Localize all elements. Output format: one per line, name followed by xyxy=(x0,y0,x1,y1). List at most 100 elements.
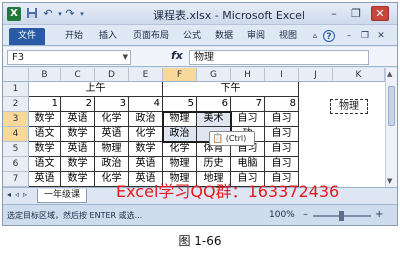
table-cell[interactable]: 化学 xyxy=(129,127,163,142)
scroll-down-icon[interactable]: ▼ xyxy=(387,177,392,185)
row-header-6[interactable]: 6 xyxy=(3,157,29,172)
table-cell[interactable]: 物理 xyxy=(163,157,197,172)
table-cell[interactable]: 自习 xyxy=(265,112,299,127)
paste-options-button[interactable]: 📋 (Ctrl) xyxy=(209,131,255,146)
table-cell[interactable]: 历史 xyxy=(197,157,231,172)
copied-cell-marquee: 物理 xyxy=(330,99,368,114)
row-header-2[interactable]: 2 xyxy=(3,97,29,112)
column-header-b[interactable]: B xyxy=(29,68,61,82)
table-cell[interactable]: 政治 xyxy=(129,112,163,127)
tab-formulas[interactable]: 公式 xyxy=(183,29,201,44)
customize-qat-icon[interactable]: ▾ xyxy=(75,7,89,21)
scroll-up-icon[interactable]: ▲ xyxy=(387,70,392,78)
table-cell[interactable]: 数学 xyxy=(61,127,95,142)
vertical-scrollbar[interactable]: ▲ ▼ xyxy=(385,68,397,187)
tab-home[interactable]: 开始 xyxy=(65,29,83,44)
zoom-level[interactable]: 100% xyxy=(269,210,295,220)
sheet-tab-grade1[interactable]: 一年级课 xyxy=(37,189,88,203)
table-cell[interactable]: 物理 xyxy=(95,142,129,157)
zoom-slider-thumb[interactable] xyxy=(339,211,344,221)
table-cell[interactable]: 英语 xyxy=(29,172,61,187)
zoom-out-icon[interactable]: – xyxy=(303,209,308,220)
insert-function-icon[interactable]: fx xyxy=(171,49,183,62)
workbook-close-icon[interactable]: ✕ xyxy=(375,30,387,42)
ribbon-tab-bar: 文件 开始 插入 页面布局 公式 数据 审阅 视图 ▵ ? – ❐ ✕ xyxy=(3,26,397,46)
tab-data[interactable]: 数据 xyxy=(215,29,233,44)
table-cell[interactable]: 数学 xyxy=(61,172,95,187)
column-header-f[interactable]: F xyxy=(163,68,197,82)
column-header-g[interactable]: G xyxy=(197,68,231,82)
select-all-corner[interactable] xyxy=(3,68,29,82)
title-bar: X ↶ ▾ ↷ ▾ 课程表.xlsx - Microsoft Excel – ❐… xyxy=(3,3,397,25)
excel-app-icon[interactable]: X xyxy=(7,7,21,21)
workbook-restore-icon[interactable]: ❐ xyxy=(359,30,371,42)
close-icon[interactable]: ✕ xyxy=(371,6,389,21)
figure-caption: 图 1-66 xyxy=(178,234,222,248)
row-header-1[interactable]: 1 xyxy=(3,82,29,97)
save-icon[interactable] xyxy=(25,7,39,21)
collapse-ribbon-icon[interactable]: ▵ xyxy=(309,30,321,42)
clipboard-icon: 📋 xyxy=(212,134,224,144)
name-box[interactable]: F3 ▼ xyxy=(7,50,131,65)
tab-insert[interactable]: 插入 xyxy=(99,29,117,44)
cell-period-1[interactable]: 1 xyxy=(29,97,61,112)
column-header-e[interactable]: E xyxy=(129,68,163,82)
column-header-h[interactable]: H xyxy=(231,68,265,82)
tab-review[interactable]: 审阅 xyxy=(247,29,265,44)
tab-view[interactable]: 视图 xyxy=(279,29,297,44)
table-cell[interactable]: 化学 xyxy=(95,112,129,127)
column-header-d[interactable]: D xyxy=(95,68,129,82)
column-header-k[interactable]: K xyxy=(333,68,385,82)
cell-period-2[interactable]: 2 xyxy=(61,97,95,112)
row-header-4[interactable]: 4 xyxy=(3,127,29,142)
column-header-i[interactable]: I xyxy=(265,68,299,82)
row-header-5[interactable]: 5 xyxy=(3,142,29,157)
cell-period-8[interactable]: 8 xyxy=(265,97,299,112)
column-header-j[interactable]: J xyxy=(299,68,333,82)
table-cell[interactable]: 数学 xyxy=(29,142,61,157)
table-cell[interactable]: 语文 xyxy=(29,127,61,142)
restore-icon[interactable]: ❐ xyxy=(347,6,365,21)
tab-page-layout[interactable]: 页面布局 xyxy=(133,29,169,44)
prev-sheet-icon[interactable]: ◃ xyxy=(15,190,19,199)
formula-input[interactable]: 物理 xyxy=(189,50,369,65)
table-cell[interactable]: 英语 xyxy=(95,127,129,142)
cell-period-3[interactable]: 3 xyxy=(95,97,129,112)
table-cell[interactable]: 自习 xyxy=(265,157,299,172)
table-cell[interactable]: 化学 xyxy=(163,142,197,157)
table-cell[interactable]: 自习 xyxy=(265,142,299,157)
table-cell[interactable]: 英语 xyxy=(129,157,163,172)
chevron-down-icon[interactable]: ▼ xyxy=(123,51,128,64)
table-cell[interactable]: 语文 xyxy=(29,157,61,172)
table-cell[interactable]: 电脑 xyxy=(231,157,265,172)
minimize-icon[interactable]: – xyxy=(325,6,343,21)
table-cell[interactable]: 英语 xyxy=(61,142,95,157)
window-title: 课程表.xlsx - Microsoft Excel xyxy=(153,9,305,22)
row-header-3[interactable]: 3 xyxy=(3,112,29,127)
cell-period-4[interactable]: 4 xyxy=(129,97,163,112)
table-cell[interactable]: 政治 xyxy=(95,157,129,172)
first-sheet-icon[interactable]: ◂ xyxy=(7,190,11,199)
cell-am-header[interactable]: 上午 xyxy=(29,82,163,97)
table-cell[interactable]: 数学 xyxy=(129,142,163,157)
table-cell[interactable]: 自习 xyxy=(265,127,299,142)
row-header-7[interactable]: 7 xyxy=(3,172,29,187)
zoom-in-icon[interactable]: + xyxy=(375,209,383,220)
table-cell[interactable]: 自习 xyxy=(231,112,265,127)
formula-bar: F3 ▼ fx 物理 xyxy=(3,47,397,67)
column-header-c[interactable]: C xyxy=(61,68,95,82)
next-sheet-icon[interactable]: ▹ xyxy=(23,190,27,199)
cell-period-6[interactable]: 6 xyxy=(197,97,231,112)
table-cell[interactable]: 数学 xyxy=(61,157,95,172)
cell-period-5[interactable]: 5 xyxy=(163,97,197,112)
cell-pm-header[interactable]: 下午 xyxy=(163,82,299,97)
worksheet-grid[interactable]: B C D E F G H I J K 1 2 3 4 5 6 7 上午 下午 … xyxy=(3,68,397,187)
help-icon[interactable]: ? xyxy=(323,30,335,42)
cell-period-7[interactable]: 7 xyxy=(231,97,265,112)
name-box-value: F3 xyxy=(12,52,25,63)
workbook-minimize-icon[interactable]: – xyxy=(343,30,355,42)
table-cell[interactable]: 数学 xyxy=(29,112,61,127)
table-cell[interactable]: 英语 xyxy=(61,112,95,127)
scroll-thumb[interactable] xyxy=(388,86,395,126)
tab-file[interactable]: 文件 xyxy=(9,28,45,45)
